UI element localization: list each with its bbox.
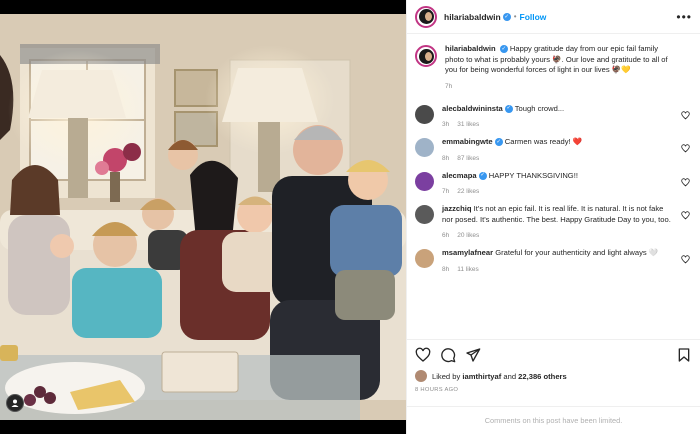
comment-item: alecbaldwininsta ✓ Tough crowd... 3h 31 lik… [415,103,692,128]
user-tag-icon[interactable] [6,394,24,412]
comment-likes[interactable]: 22 likes [457,188,479,195]
caption: hilariabaldwin ✓ Happy gratitude day fro… [415,44,692,90]
comment-age[interactable]: 7h [442,188,449,195]
comment-likes[interactable]: 31 likes [457,121,479,128]
post-actions-area: Liked by iamthirtyaf and 22,386 others 8… [407,339,700,434]
liker-avatar[interactable] [415,370,427,382]
comment-likes[interactable]: 87 likes [457,155,479,162]
comment-likes[interactable]: 20 likes [457,232,479,239]
caption-avatar[interactable] [415,45,437,67]
caption-age: 7h [445,82,453,90]
comment-likes[interactable]: 11 likes [457,266,479,273]
comment-item: alecmapa ✓ HAPPY THANKSGIVING!! 7h 22 likes [415,170,692,195]
verified-icon: ✓ [504,104,513,113]
more-icon[interactable]: ••• [676,10,692,24]
post-header: hilariabaldwin ✓ • Follow ••• [407,0,700,34]
commenter-username[interactable]: alecbaldwininsta [442,104,503,113]
comment-heart-icon[interactable] [681,211,690,220]
verified-icon: ✓ [478,171,487,180]
comments-limited-notice: Comments on this post have been limited. [407,406,700,434]
post-photo[interactable] [0,0,406,434]
separator-dot: • [513,12,517,21]
author-avatar[interactable] [415,5,437,28]
comment-text: Carmen was ready! ❤️ [504,137,583,146]
commenter-avatar[interactable] [415,138,434,157]
comment-icon[interactable] [440,347,456,363]
comment-age[interactable]: 8h [442,155,449,162]
comment-text: Grateful for your authenticity and light… [495,248,659,257]
comment-text: HAPPY THANKSGIVING!! [488,170,578,180]
commenter-avatar[interactable] [415,171,434,191]
comment-age[interactable]: 6h [442,232,449,239]
likes-summary: Liked by iamthirtyaf and 22,386 others [407,370,700,382]
commenter-avatar[interactable] [415,104,434,124]
likes-others[interactable]: 22,386 others [518,372,567,381]
comment-age[interactable]: 8h [442,266,449,273]
commenter-username[interactable]: emmabingwte [442,137,493,146]
post-timestamp[interactable]: 8 HOURS AGO [407,382,700,393]
comment-heart-icon[interactable] [681,110,690,120]
commenter-username[interactable]: jazzchiq [442,204,472,213]
commenter-username[interactable]: alecmapa [442,171,477,180]
comment-heart-icon[interactable] [681,255,690,264]
likes-joiner: and [503,371,517,381]
likes-prefix: Liked by [432,371,461,381]
comment-item: emmabingwte ✓ Carmen was ready! ❤️ 8h 87 li… [415,137,692,162]
comment-heart-icon[interactable] [681,177,690,187]
author-username[interactable]: hilariabaldwin [444,12,501,22]
comment-item: jazzchiq It's not an epic fail. It is re… [415,204,692,239]
share-icon[interactable] [465,347,481,363]
action-bar [407,340,700,370]
heart-icon[interactable] [415,347,431,363]
comment-item: msamylafnear Grateful for your authentic… [415,248,692,273]
comments-list[interactable]: hilariabaldwin ✓ Happy gratitude day fro… [407,34,700,339]
verified-icon: ✓ [499,45,508,53]
verified-icon: ✓ [502,12,511,21]
verified-icon: ✓ [494,138,503,146]
liker-username[interactable]: iamthirtyaf [462,372,501,381]
bookmark-icon[interactable] [676,347,692,363]
commenter-avatar[interactable] [415,249,434,268]
family-photo-image [0,0,406,434]
comment-text: It's not an epic fail. It is real life. … [442,204,671,224]
commenter-avatar[interactable] [415,205,434,224]
post-sidebar: hilariabaldwin ✓ • Follow ••• hilariabal… [406,0,700,434]
commenter-username[interactable]: msamylafnear [442,248,493,257]
follow-button[interactable]: Follow [520,12,547,22]
caption-username[interactable]: hilariabaldwin [445,44,496,53]
comment-heart-icon[interactable] [681,144,690,153]
comment-age[interactable]: 3h [442,121,449,128]
comment-text: Tough crowd... [514,103,565,113]
